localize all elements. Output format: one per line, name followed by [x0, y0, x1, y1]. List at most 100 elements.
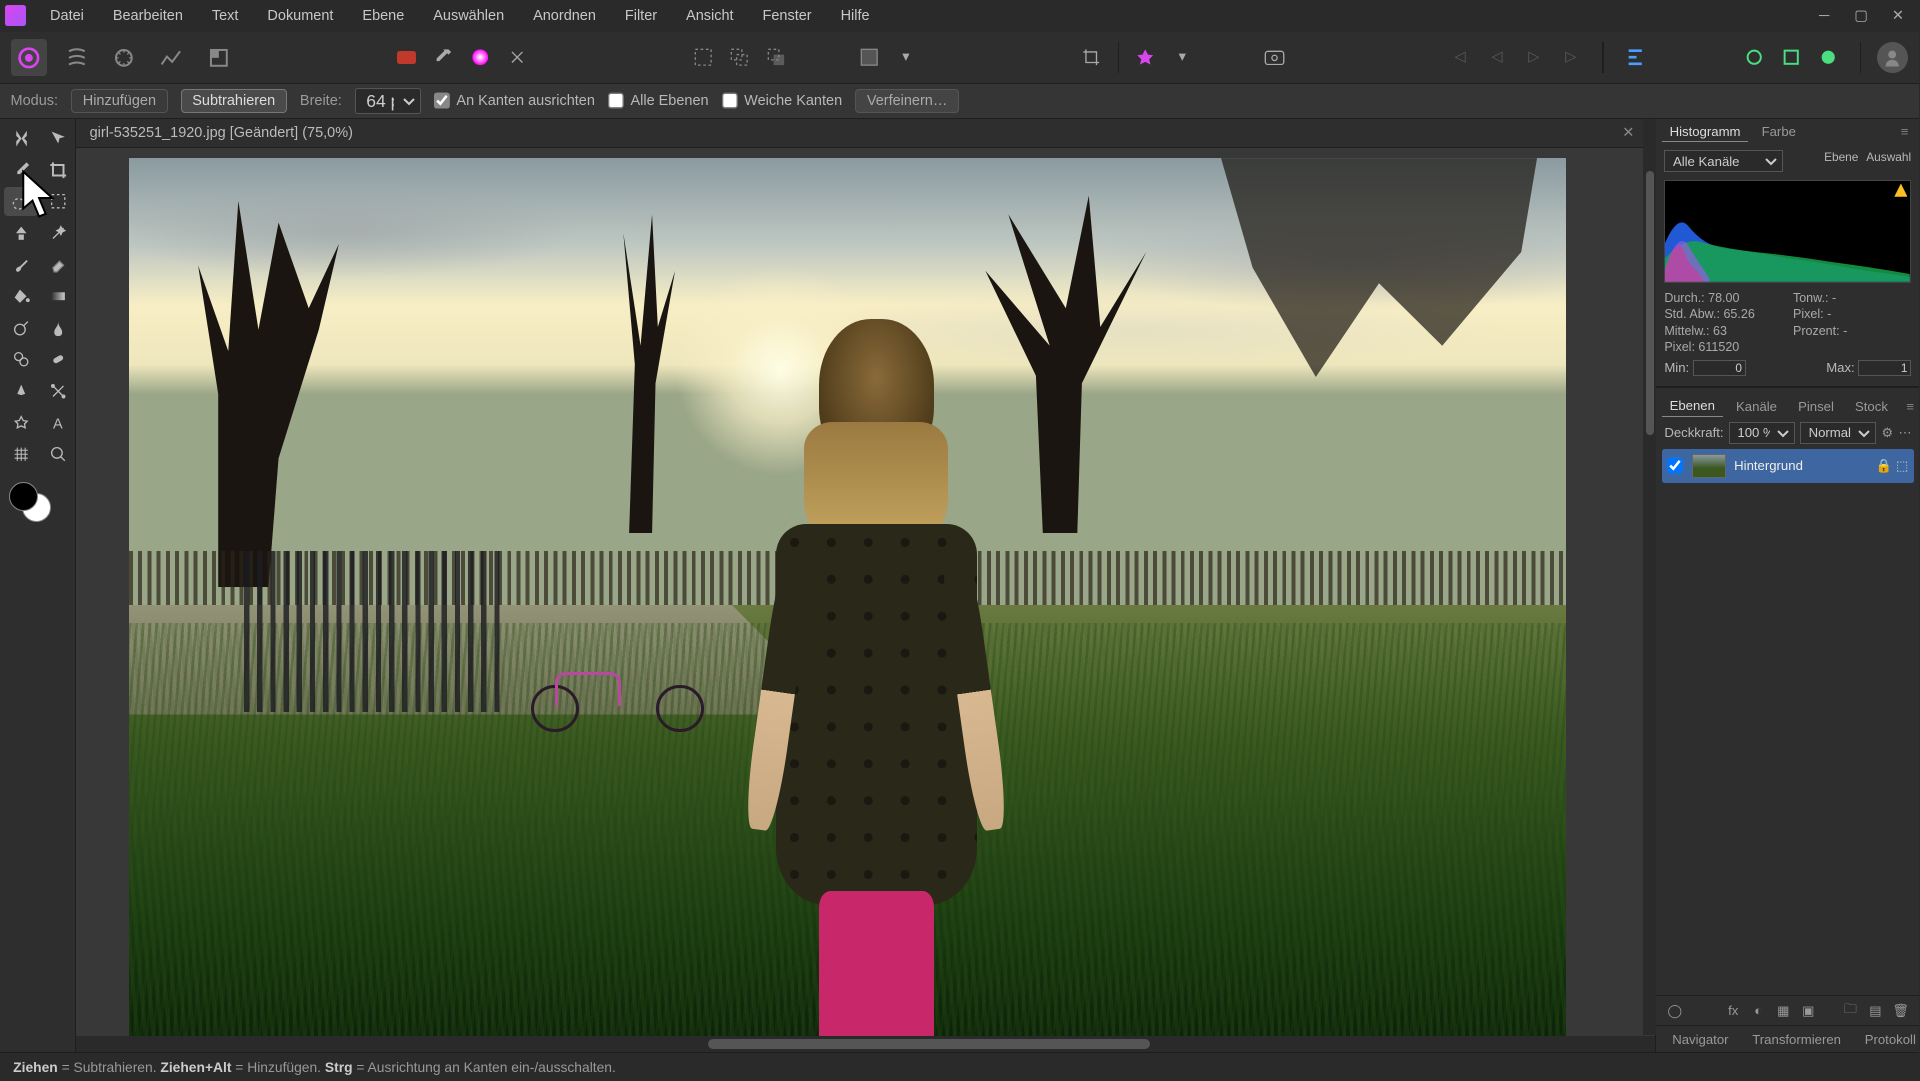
- auto-levels-icon[interactable]: [502, 42, 534, 74]
- swatch-red-icon[interactable]: [391, 42, 423, 74]
- menu-ansicht[interactable]: Ansicht: [673, 3, 747, 30]
- canvas-horizontal-scrollbar[interactable]: [76, 1036, 1655, 1052]
- tab-brush[interactable]: Pinsel: [1790, 396, 1842, 416]
- align-icon[interactable]: [1619, 42, 1651, 74]
- persona-photo[interactable]: [11, 39, 48, 76]
- persona-tone-mapping[interactable]: [153, 39, 190, 76]
- width-input[interactable]: 64 px: [355, 88, 421, 115]
- stat-max-input[interactable]: [1858, 360, 1911, 376]
- flood-select-tool[interactable]: [4, 219, 38, 248]
- clone-tool[interactable]: [4, 345, 38, 374]
- menu-fenster[interactable]: Fenster: [749, 3, 824, 30]
- paint-brush-tool[interactable]: [4, 250, 38, 279]
- tab-stock[interactable]: Stock: [1847, 396, 1896, 416]
- menu-auswaehlen[interactable]: Auswählen: [420, 3, 517, 30]
- quick-mask-icon[interactable]: [853, 42, 885, 74]
- arrange-backward-icon[interactable]: ◁: [1481, 42, 1513, 74]
- selection-new-icon[interactable]: [687, 42, 719, 74]
- layer-fx-icon[interactable]: fx: [1723, 1000, 1744, 1021]
- menu-dokument[interactable]: Dokument: [254, 3, 346, 30]
- selection-add-icon[interactable]: [724, 42, 756, 74]
- layer-group-icon[interactable]: 🗀: [1840, 1000, 1861, 1021]
- document-close-button[interactable]: ✕: [1614, 125, 1642, 141]
- dropdown-icon[interactable]: ▾: [1166, 42, 1198, 74]
- crop-tool[interactable]: [41, 155, 75, 184]
- color-swatches[interactable]: [4, 479, 75, 526]
- persona-liquify[interactable]: [58, 39, 95, 76]
- window-minimize-button[interactable]: ─: [1808, 3, 1840, 29]
- hist-layer-option[interactable]: Ebene: [1824, 150, 1858, 164]
- healing-tool[interactable]: [41, 345, 75, 374]
- assistant-icon[interactable]: [1130, 42, 1162, 74]
- eyedropper-icon[interactable]: [428, 42, 460, 74]
- canvas-image[interactable]: [129, 158, 1566, 1036]
- mode-subtract-button[interactable]: Subtrahieren: [181, 89, 287, 112]
- window-maximize-button[interactable]: ▢: [1845, 3, 1877, 29]
- color-picker-tool[interactable]: [4, 155, 38, 184]
- arrange-back-icon[interactable]: ◁: [1444, 42, 1476, 74]
- all-layers-checkbox[interactable]: Alle Ebenen: [608, 92, 709, 109]
- canvas-viewport[interactable]: [76, 148, 1655, 1036]
- shape-tool[interactable]: [4, 408, 38, 437]
- menu-datei[interactable]: Datei: [37, 3, 97, 30]
- layer-add-mask-icon[interactable]: ▣: [1798, 1000, 1819, 1021]
- magic-wand-tool[interactable]: [41, 219, 75, 248]
- tab-color[interactable]: Farbe: [1754, 122, 1804, 142]
- sync2-icon[interactable]: [1775, 42, 1807, 74]
- layer-link-icon[interactable]: ⬚: [1896, 458, 1908, 474]
- node-tool[interactable]: [41, 377, 75, 406]
- selection-brush-tool[interactable]: [4, 187, 38, 216]
- layer-visibility-checkbox[interactable]: [1667, 457, 1684, 474]
- layer-live-filter-icon[interactable]: ▦: [1773, 1000, 1794, 1021]
- preview-icon[interactable]: [1259, 42, 1291, 74]
- menu-text[interactable]: Text: [199, 3, 252, 30]
- text-tool[interactable]: A: [41, 408, 75, 437]
- soft-edges-checkbox[interactable]: Weiche Kanten: [722, 92, 842, 109]
- layer-mask-icon[interactable]: ◯: [1664, 1000, 1685, 1021]
- layer-row-background[interactable]: Hintergrund 🔒 ⬚: [1662, 449, 1914, 483]
- menu-ebene[interactable]: Ebene: [349, 3, 417, 30]
- sync-icon[interactable]: [1739, 42, 1771, 74]
- gradient-tool[interactable]: [41, 282, 75, 311]
- document-tab[interactable]: girl-535251_1920.jpg [Geändert] (75,0%) …: [76, 119, 1655, 148]
- layer-settings-icon[interactable]: ⚙: [1881, 422, 1893, 443]
- zoom-tool[interactable]: [41, 440, 75, 469]
- menu-hilfe[interactable]: Hilfe: [827, 3, 882, 30]
- mode-add-button[interactable]: Hinzufügen: [71, 89, 167, 112]
- menu-filter[interactable]: Filter: [612, 3, 671, 30]
- stat-min-input[interactable]: [1693, 360, 1746, 376]
- crop-tool-icon[interactable]: [1076, 42, 1108, 74]
- menu-bearbeiten[interactable]: Bearbeiten: [100, 3, 196, 30]
- dodge-tool[interactable]: [4, 314, 38, 343]
- dropdown-icon[interactable]: ▾: [890, 42, 922, 74]
- tab-navigator[interactable]: Navigator: [1664, 1029, 1736, 1049]
- tab-history[interactable]: Protokoll: [1857, 1029, 1920, 1049]
- tab-layers[interactable]: Ebenen: [1662, 395, 1723, 416]
- hist-selection-option[interactable]: Auswahl: [1866, 150, 1911, 164]
- tab-histogram[interactable]: Histogramm: [1662, 121, 1749, 142]
- persona-develop[interactable]: [105, 39, 142, 76]
- arrange-forward-icon[interactable]: ▷: [1518, 42, 1550, 74]
- opacity-input[interactable]: 100 %: [1729, 422, 1795, 444]
- cloud-icon[interactable]: [1812, 42, 1844, 74]
- channel-select[interactable]: Alle Kanäle: [1664, 150, 1783, 172]
- mesh-tool[interactable]: [4, 440, 38, 469]
- canvas-vertical-scrollbar[interactable]: [1643, 119, 1656, 1036]
- layer-lock-icon[interactable]: 🔒: [1876, 458, 1892, 474]
- tab-channels[interactable]: Kanäle: [1728, 396, 1785, 416]
- view-tool[interactable]: [4, 124, 38, 153]
- layer-adjust-icon[interactable]: ◐: [1748, 1000, 1769, 1021]
- tab-transform[interactable]: Transformieren: [1744, 1029, 1849, 1049]
- persona-export[interactable]: [200, 39, 237, 76]
- account-avatar[interactable]: [1877, 42, 1909, 74]
- color-wheel-icon[interactable]: [465, 42, 497, 74]
- layer-delete-icon[interactable]: 🗑: [1890, 1000, 1911, 1021]
- arrange-front-icon[interactable]: ▷: [1555, 42, 1587, 74]
- menu-anordnen[interactable]: Anordnen: [520, 3, 609, 30]
- fill-tool[interactable]: [4, 282, 38, 311]
- marquee-tool[interactable]: [41, 187, 75, 216]
- selection-intersect-icon[interactable]: [761, 42, 793, 74]
- pen-tool[interactable]: [4, 377, 38, 406]
- move-tool[interactable]: [41, 124, 75, 153]
- blend-mode-select[interactable]: Normal: [1800, 422, 1876, 444]
